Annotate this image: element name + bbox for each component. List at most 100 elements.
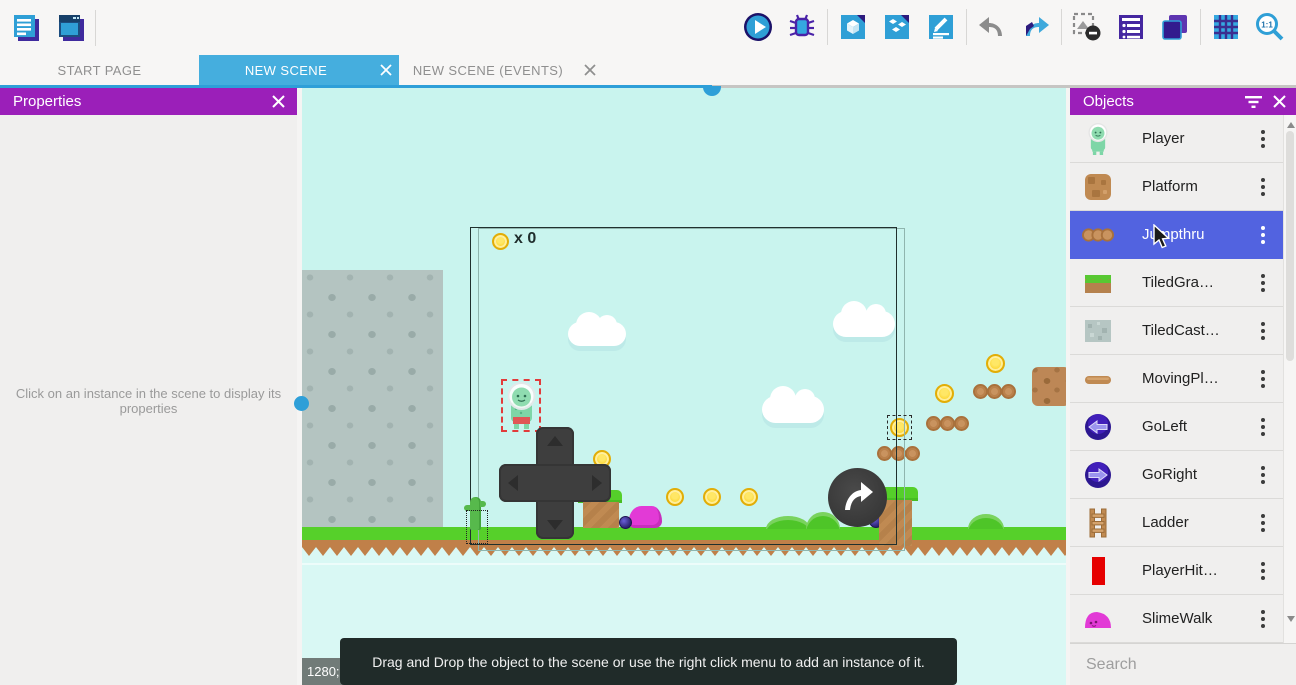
kebab-menu-icon[interactable] [1253, 559, 1273, 583]
object-label: Ladder [1142, 514, 1253, 531]
close-icon [380, 64, 392, 76]
objects-scrollbar[interactable] [1283, 115, 1296, 643]
properties-panel-body: Click on an instance in the scene to dis… [0, 115, 297, 685]
bush-instance[interactable] [968, 514, 1004, 529]
properties-resize-handle[interactable] [294, 396, 309, 411]
tab-new-scene[interactable]: NEW SCENE [199, 55, 399, 85]
filter-objects-button[interactable] [1240, 89, 1266, 115]
tab-label: NEW SCENE [199, 63, 373, 78]
object-row-playerhitbox[interactable]: PlayerHit… [1070, 547, 1283, 595]
tab-close-button[interactable] [577, 57, 603, 83]
object-label: Platform [1142, 178, 1253, 195]
project-manager-button[interactable] [4, 6, 48, 50]
instances-list-button[interactable] [1109, 5, 1153, 49]
kebab-menu-icon[interactable] [1253, 127, 1273, 151]
redo-button[interactable] [1014, 5, 1058, 49]
kebab-menu-icon[interactable] [1253, 607, 1273, 631]
scene-canvas[interactable]: x 0 [302, 85, 1066, 685]
object-row-player[interactable]: Player [1070, 115, 1283, 163]
object-row-platform[interactable]: Platform [1070, 163, 1283, 211]
object-label: PlayerHit… [1142, 562, 1253, 579]
objects-panel-body: Player Platform Jumpthru [1070, 115, 1296, 685]
kebab-menu-icon[interactable] [1253, 463, 1273, 487]
grid-button[interactable] [1204, 5, 1248, 49]
instances-list-icon [1116, 12, 1146, 42]
object-row-goleft[interactable]: GoLeft [1070, 403, 1283, 451]
dpad-control-instance[interactable] [499, 427, 611, 539]
delete-selection-button[interactable] [1065, 5, 1109, 49]
jumpthru-instance[interactable] [973, 384, 1015, 399]
toolbar-separator [966, 9, 967, 45]
properties-empty-message: Click on an instance in the scene to dis… [10, 386, 287, 416]
object-label: SlimeWalk [1142, 610, 1253, 627]
object-row-jumpthru[interactable]: Jumpthru [1070, 211, 1283, 259]
jumpthru-icon [1082, 219, 1114, 251]
objects-editor-icon [838, 12, 868, 42]
scroll-down-icon[interactable] [1287, 616, 1295, 626]
dpad-up-arrow [547, 436, 563, 446]
objects-editor-button[interactable] [831, 5, 875, 49]
zoom-1-1-icon: 1:1 [1254, 11, 1286, 43]
dpad-right-arrow [592, 475, 602, 491]
jump-button-instance[interactable] [828, 468, 887, 527]
object-label: TiledGra… [1142, 274, 1253, 291]
kebab-menu-icon[interactable] [1253, 511, 1273, 535]
coin-selection-box [887, 415, 912, 440]
gdevelop-window: 1:1 START PAGE NEW SCENE NEW SCENE (EVEN… [0, 0, 1296, 685]
tab-close-button[interactable] [373, 57, 399, 83]
play-button[interactable] [736, 5, 780, 49]
jumpthru-instance[interactable] [926, 416, 968, 431]
object-label: Player [1142, 130, 1253, 147]
dpad-down-arrow [547, 520, 563, 530]
properties-panel-header: Properties [0, 88, 297, 115]
kebab-menu-icon[interactable] [1253, 319, 1273, 343]
kebab-menu-icon[interactable] [1253, 271, 1273, 295]
objects-panel-title: Objects [1083, 93, 1240, 110]
player-instance[interactable] [505, 382, 538, 429]
kebab-menu-icon[interactable] [1253, 415, 1273, 439]
dpad-left-arrow [508, 475, 518, 491]
start-page-button[interactable] [48, 6, 92, 50]
tiled-castle-instance[interactable] [302, 270, 443, 528]
drag-drop-tooltip: Drag and Drop the object to the scene or… [340, 638, 957, 685]
object-label: Jumpthru [1142, 226, 1253, 243]
kebab-menu-icon[interactable] [1253, 175, 1273, 199]
player-hitbox-icon [1082, 555, 1114, 587]
object-row-movingplatform[interactable]: MovingPl… [1070, 355, 1283, 403]
object-label: GoRight [1142, 466, 1253, 483]
close-properties-button[interactable] [265, 89, 291, 115]
tab-new-scene-events[interactable]: NEW SCENE (EVENTS) [399, 55, 603, 85]
project-manager-icon [11, 13, 41, 43]
debug-button[interactable] [780, 5, 824, 49]
delete-selection-icon [1071, 11, 1103, 43]
play-icon [742, 11, 774, 43]
slime-walk-icon [1082, 603, 1114, 635]
object-label: GoLeft [1142, 418, 1253, 435]
instances-editor-button[interactable] [919, 5, 963, 49]
object-row-tiledcastle[interactable]: TiledCast… [1070, 307, 1283, 355]
layers-button[interactable] [1153, 5, 1197, 49]
tiled-castle-icon [1082, 315, 1114, 347]
search-input[interactable] [1084, 655, 1295, 675]
kebab-menu-icon[interactable] [1253, 367, 1273, 391]
undo-button[interactable] [970, 5, 1014, 49]
scroll-up-icon[interactable] [1287, 118, 1295, 128]
object-row-slimewalk[interactable]: SlimeWalk [1070, 595, 1283, 643]
tab-start-page[interactable]: START PAGE [0, 55, 199, 85]
zoom-1-1-button[interactable]: 1:1 [1248, 5, 1292, 49]
toolbar-separator [1061, 9, 1062, 45]
ladder-icon [1082, 507, 1114, 539]
kebab-menu-icon[interactable] [1253, 223, 1273, 247]
close-objects-button[interactable] [1266, 89, 1292, 115]
coin-instance[interactable] [935, 384, 954, 403]
object-row-ladder[interactable]: Ladder [1070, 499, 1283, 547]
object-groups-icon [882, 12, 912, 42]
coin-instance[interactable] [986, 354, 1005, 373]
object-row-tiledgrass[interactable]: TiledGra… [1070, 259, 1283, 307]
platform-block-instance[interactable] [1032, 367, 1066, 406]
scrollbar-thumb[interactable] [1286, 131, 1294, 361]
object-groups-button[interactable] [875, 5, 919, 49]
main-toolbar: 1:1 [0, 0, 1296, 55]
object-row-goright[interactable]: GoRight [1070, 451, 1283, 499]
objects-search-row [1070, 643, 1296, 685]
